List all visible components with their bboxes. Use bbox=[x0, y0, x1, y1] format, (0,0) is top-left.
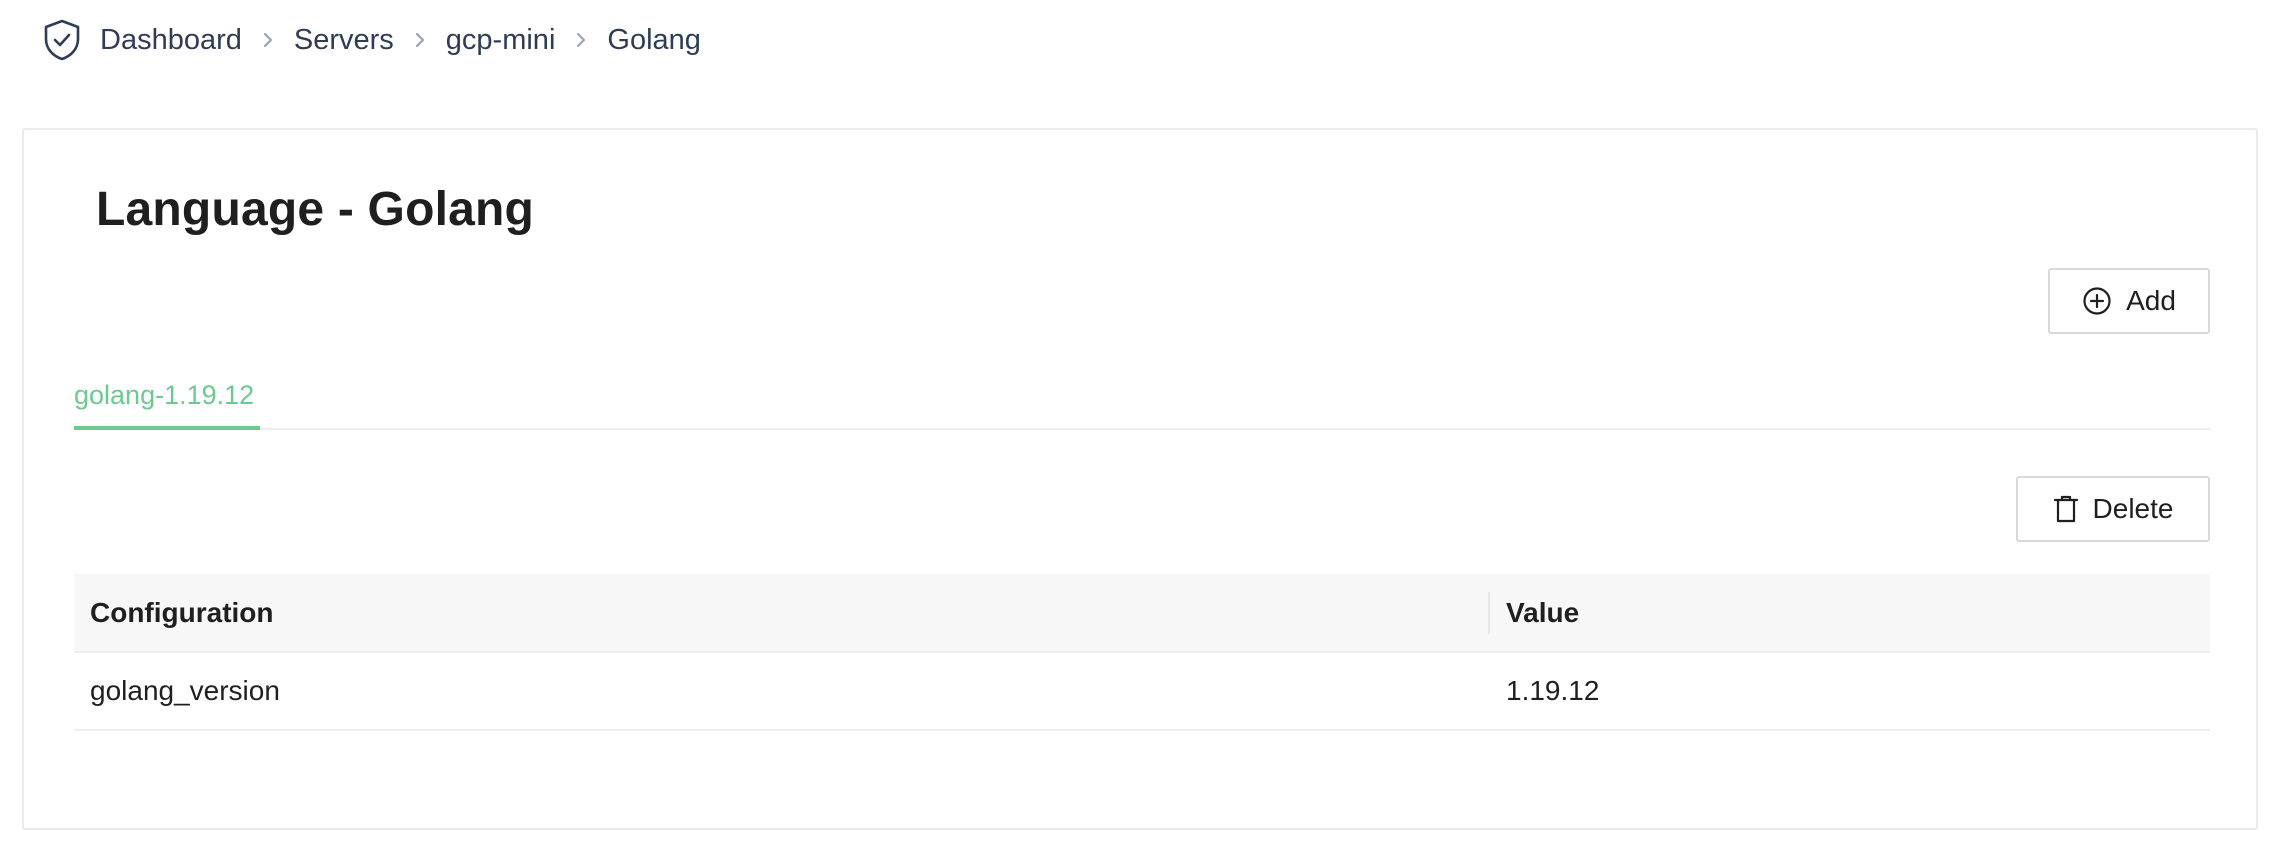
breadcrumb-gcp-mini[interactable]: gcp-mini bbox=[446, 24, 556, 57]
breadcrumb: Dashboard Servers gcp-mini Golang bbox=[40, 16, 701, 64]
column-header-configuration: Configuration bbox=[74, 574, 1490, 653]
shield-check-icon[interactable] bbox=[40, 16, 84, 64]
breadcrumb-dashboard[interactable]: Dashboard bbox=[100, 24, 242, 57]
delete-button-label: Delete bbox=[2092, 493, 2174, 524]
trash-icon bbox=[2053, 494, 2079, 524]
config-value-cell: 1.19.12 bbox=[1490, 652, 2210, 731]
column-header-value: Value bbox=[1490, 574, 2210, 653]
configuration-table: Configuration Value golang_version 1.19.… bbox=[74, 574, 2210, 731]
chevron-right-icon bbox=[242, 16, 294, 64]
breadcrumb-golang: Golang bbox=[607, 23, 701, 56]
breadcrumb-servers[interactable]: Servers bbox=[294, 24, 394, 57]
chevron-right-icon bbox=[394, 16, 446, 64]
add-button-label: Add bbox=[2126, 285, 2176, 316]
language-card: Language - Golang Add golang-1.19.12 Del… bbox=[22, 128, 2258, 830]
config-key-cell: golang_version bbox=[74, 652, 1490, 731]
table-header-row: Configuration Value bbox=[74, 574, 2210, 653]
tab-golang-1-19-12[interactable]: golang-1.19.12 bbox=[74, 370, 254, 430]
page-title: Language - Golang bbox=[96, 183, 535, 236]
add-button[interactable]: Add bbox=[2048, 268, 2210, 334]
delete-button[interactable]: Delete bbox=[2016, 476, 2210, 542]
tab-label: golang-1.19.12 bbox=[74, 380, 255, 410]
chevron-right-icon bbox=[555, 16, 607, 64]
plus-circle-icon bbox=[2082, 286, 2112, 316]
active-tab-indicator bbox=[74, 426, 260, 430]
table-row: golang_version 1.19.12 bbox=[74, 652, 2210, 731]
version-tabs: golang-1.19.12 bbox=[74, 370, 2210, 430]
